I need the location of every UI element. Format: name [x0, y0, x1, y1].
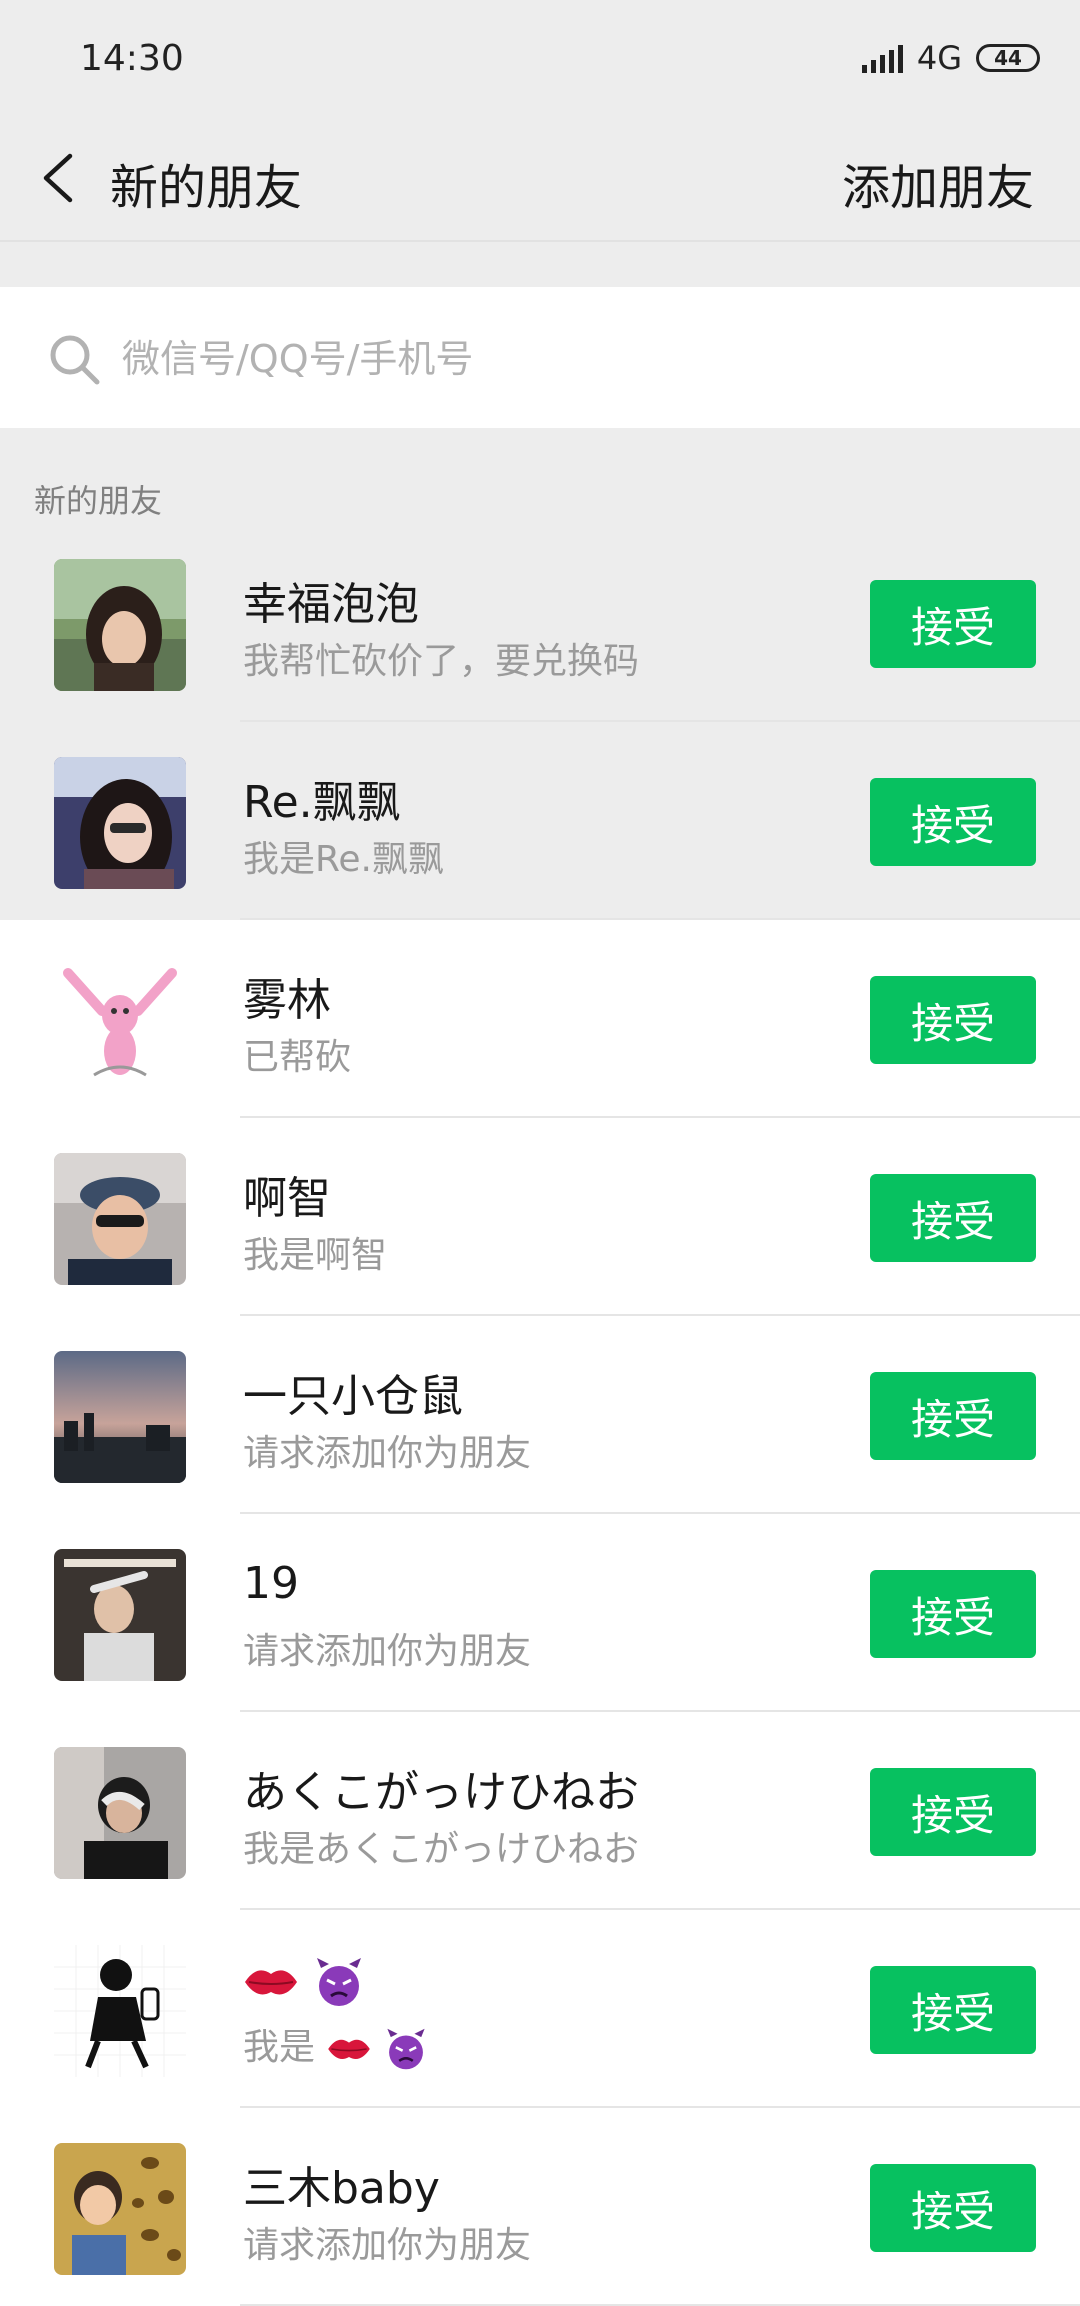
request-message: 我是あくこがっけひねお	[243, 1829, 640, 1870]
avatar	[54, 1747, 186, 1879]
signal-icon	[861, 43, 903, 73]
request-name: 幸福泡泡	[243, 579, 419, 630]
divider	[0, 240, 1080, 242]
request-message: 我帮忙砍价了，要兑换码	[243, 641, 640, 682]
request-message: 请求添加你为朋友	[243, 2225, 532, 2266]
request-message: 请求添加你为朋友	[243, 1631, 532, 1672]
avatar	[54, 955, 186, 1087]
accept-button[interactable]: 接受	[870, 1372, 1036, 1460]
accept-button[interactable]: 接受	[870, 1966, 1036, 2054]
accept-button[interactable]: 接受	[870, 580, 1036, 668]
avatar	[54, 1351, 186, 1483]
angry-devil-icon	[387, 2028, 425, 2070]
accept-button[interactable]: 接受	[870, 1768, 1036, 1856]
list-item[interactable]: 啊智 我是啊智 接受	[0, 1118, 1080, 1316]
status-indicators: 4G 44	[861, 39, 1040, 77]
nav-bar: 新的朋友 添加朋友	[0, 118, 1080, 238]
request-name: あくこがっけひねお	[243, 1767, 639, 1818]
list-item[interactable]: 一只小仓鼠 请求添加你为朋友 接受	[0, 1316, 1080, 1514]
request-name: 啊智	[243, 1173, 331, 1224]
avatar	[54, 2143, 186, 2275]
request-name: 一只小仓鼠	[243, 1371, 463, 1422]
request-name: 雾林	[243, 975, 331, 1026]
request-message: 我是啊智	[243, 1235, 388, 1276]
search-input[interactable]	[120, 323, 1024, 395]
list-item[interactable]: 雾林 已帮砍 接受	[0, 920, 1080, 1118]
request-message: 已帮砍	[243, 1037, 352, 1078]
accept-button[interactable]: 接受	[870, 2164, 1036, 2252]
add-friend-button[interactable]: 添加朋友	[842, 148, 1034, 218]
list-item[interactable]: 我是 接受	[0, 1910, 1080, 2108]
network-type: 4G	[916, 39, 962, 77]
search-bar[interactable]	[0, 287, 1080, 428]
request-message-text: 我是	[243, 2027, 316, 2068]
avatar	[54, 1945, 186, 2077]
accept-button[interactable]: 接受	[870, 1570, 1036, 1658]
request-name: 19	[243, 1558, 299, 1609]
accept-button[interactable]: 接受	[870, 778, 1036, 866]
request-name: 三木baby	[243, 2163, 440, 2214]
page-title: 新的朋友	[110, 160, 303, 216]
list-item[interactable]: Re.飘飘 我是Re.飘飘 接受	[0, 722, 1080, 920]
battery-level: 44	[994, 46, 1022, 70]
list-item[interactable]: 三木baby 请求添加你为朋友 接受	[0, 2108, 1080, 2306]
search-icon	[50, 335, 100, 385]
accept-button[interactable]: 接受	[870, 976, 1036, 1064]
request-message: 我是	[243, 2018, 428, 2071]
avatar	[54, 757, 186, 889]
request-message: 请求添加你为朋友	[243, 1433, 532, 1474]
section-label: 新的朋友	[34, 482, 163, 520]
battery-icon: 44	[976, 44, 1040, 72]
list-item[interactable]: 19 请求添加你为朋友 接受	[0, 1514, 1080, 1712]
chevron-left-icon[interactable]	[36, 152, 82, 204]
friend-request-list: 幸福泡泡 我帮忙砍价了，要兑换码 接受 Re.飘飘 我是Re.飘飘 接受 雾林 …	[0, 524, 1080, 2306]
accept-button[interactable]: 接受	[870, 1174, 1036, 1262]
avatar	[54, 1153, 186, 1285]
request-name	[243, 1954, 365, 2008]
kiss-mark-icon	[328, 2039, 371, 2059]
status-time: 14:30	[80, 38, 184, 79]
avatar	[54, 1549, 186, 1681]
list-item[interactable]: 幸福泡泡 我帮忙砍价了，要兑换码 接受	[0, 524, 1080, 722]
status-bar: 14:30 4G 44	[0, 0, 1080, 118]
list-item[interactable]: あくこがっけひねお 我是あくこがっけひねお 接受	[0, 1712, 1080, 1910]
kiss-mark-icon	[245, 1970, 297, 1995]
request-name: Re.飘飘	[243, 777, 401, 828]
request-message: 我是Re.飘飘	[243, 839, 444, 880]
avatar	[54, 559, 186, 691]
angry-devil-icon	[317, 1958, 361, 2006]
